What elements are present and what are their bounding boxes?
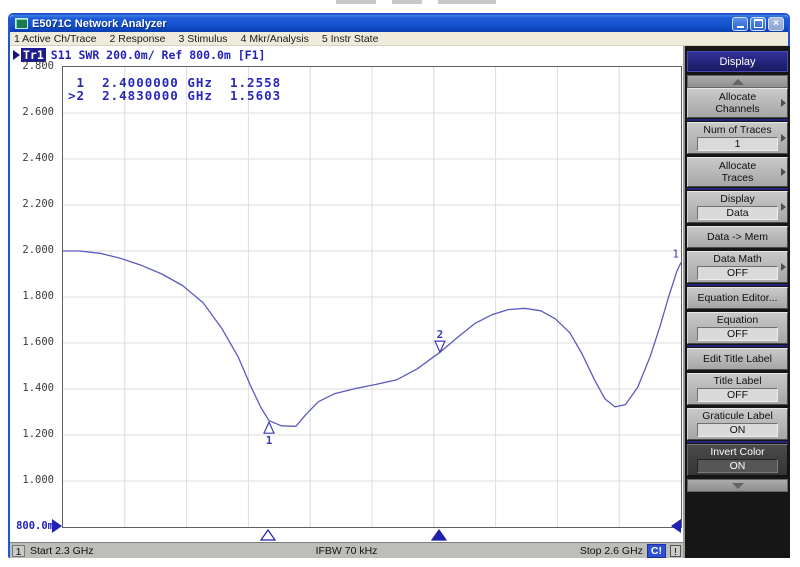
softkey-label: Equation: [688, 314, 787, 326]
softkey-value: OFF: [697, 266, 778, 280]
y-tick-label: 1.200: [6, 428, 54, 440]
maximize-button[interactable]: [750, 17, 766, 31]
menu-instr-state[interactable]: 5 Instr State: [322, 33, 379, 45]
marker-1-label: 1: [266, 434, 273, 447]
softkey-label: Allocate: [688, 91, 787, 103]
submenu-arrow-icon: [781, 203, 786, 211]
y-tick-label: 1.400: [6, 382, 54, 394]
softkey-label: Channels: [688, 103, 787, 115]
calibration-status-badge: C!: [647, 544, 666, 558]
menu-bar: 1 Active Ch/Trace 2 Response 3 Stimulus 4 M…: [10, 32, 788, 46]
y-tick-label: 2.800: [6, 60, 54, 72]
softkey-label: Display: [688, 193, 787, 205]
submenu-arrow-icon: [781, 263, 786, 271]
menu-mkr-analysis[interactable]: 4 Mkr/Analysis: [241, 33, 309, 45]
trace-format-text: S11 SWR 200.0m/ Ref 800.0m [F1]: [51, 48, 266, 62]
reference-level-pointer-icon[interactable]: [52, 519, 62, 533]
y-tick-label: 2.400: [6, 152, 54, 164]
softkey-panel: Display AllocateChannelsNum of Traces1Al…: [683, 46, 790, 558]
menu-active-ch-trace[interactable]: 1 Active Ch/Trace: [14, 33, 96, 45]
minimize-button[interactable]: [732, 17, 748, 31]
stop-frequency-label: Stop 2.6 GHz: [580, 545, 643, 557]
softkey-num-of-traces[interactable]: Num of Traces1: [687, 122, 788, 154]
channel-indicator: 1: [12, 545, 25, 557]
start-frequency-label: Start 2.3 GHz: [30, 545, 94, 557]
title-bar[interactable]: E5071C Network Analyzer ×: [10, 15, 788, 32]
active-trace-pointer-icon: [13, 50, 20, 60]
softkey-data-mem[interactable]: Data -> Mem: [687, 226, 788, 248]
stimulus-marker-1-icon[interactable]: [260, 528, 276, 540]
scroll-down-icon: [732, 483, 744, 489]
softkey-menu-title: Display: [687, 51, 788, 72]
softkey-title-label[interactable]: Title LabelOFF: [687, 373, 788, 405]
reference-level-pointer-right-icon: [671, 519, 681, 533]
softkey-label: Allocate: [688, 160, 787, 172]
softkey-label: Num of Traces: [688, 124, 787, 136]
swr-plot-area[interactable]: 1 2 1: [62, 66, 682, 528]
softkey-value: ON: [697, 423, 778, 437]
y-tick-label: 1.000: [6, 474, 54, 486]
softkey-edit-title-label[interactable]: Edit Title Label: [687, 348, 788, 370]
marker-2-icon[interactable]: [435, 341, 445, 352]
softkey-value: ON: [697, 459, 778, 473]
submenu-arrow-icon: [781, 99, 786, 107]
y-tick-label: 2.600: [6, 106, 54, 118]
status-bar: 1 Start 2.3 GHz IFBW 70 kHz Stop 2.6 GHz…: [10, 542, 683, 558]
softkey-label: Edit Title Label: [688, 353, 787, 365]
app-icon: [15, 18, 28, 29]
submenu-arrow-icon: [781, 168, 786, 176]
y-tick-label: 800.0m: [6, 520, 54, 532]
softkey-value: OFF: [697, 388, 778, 402]
trace-end-number: 1: [672, 248, 679, 261]
softkey-graticule-label[interactable]: Graticule LabelON: [687, 408, 788, 440]
softkey-display[interactable]: DisplayData: [687, 191, 788, 223]
softkey-scroll-down-button[interactable]: [687, 479, 788, 492]
marker-1-icon[interactable]: [264, 422, 274, 433]
minimize-icon: [737, 26, 744, 28]
softkey-value: OFF: [697, 327, 778, 341]
softkey-label: Data Math: [688, 253, 787, 265]
stimulus-marker-2-icon[interactable]: [431, 528, 447, 540]
softkey-value: 1: [697, 137, 778, 151]
cropped-text-artifact: [392, 0, 422, 4]
cropped-text-artifact: [336, 0, 376, 4]
softkey-equation[interactable]: EquationOFF: [687, 312, 788, 344]
cropped-text-artifact: [438, 0, 496, 4]
softkey-invert-color[interactable]: Invert ColorON: [687, 444, 788, 476]
softkey-scroll-up-button[interactable]: [687, 75, 788, 88]
y-tick-label: 2.200: [6, 198, 54, 210]
alert-badge: !: [670, 545, 681, 557]
menu-response[interactable]: 2 Response: [109, 33, 165, 45]
submenu-arrow-icon: [781, 134, 786, 142]
softkey-label: Title Label: [688, 375, 787, 387]
softkey-label: Graticule Label: [688, 410, 787, 422]
softkey-label: Traces: [688, 172, 787, 184]
y-tick-label: 1.600: [6, 336, 54, 348]
y-tick-label: 1.800: [6, 290, 54, 302]
y-tick-label: 2.000: [6, 244, 54, 256]
close-button[interactable]: ×: [768, 17, 784, 31]
scroll-up-icon: [732, 79, 744, 85]
softkey-label: Data -> Mem: [688, 231, 787, 243]
close-icon: ×: [773, 19, 779, 29]
menu-stimulus[interactable]: 3 Stimulus: [179, 33, 228, 45]
softkey-label: Invert Color: [688, 446, 787, 458]
window-title: E5071C Network Analyzer: [32, 18, 167, 30]
softkey-value: Data: [697, 206, 778, 220]
marker-2-label: 2: [437, 328, 444, 341]
marker-readout: 1 2.4000000 GHz 1.2558 >2 2.4830000 GHz …: [68, 76, 281, 102]
screen: E5071C Network Analyzer × 1 Active Ch/Tr…: [0, 0, 800, 567]
softkey-allocate-traces[interactable]: AllocateTraces: [687, 157, 788, 187]
maximize-icon: [754, 19, 763, 28]
softkey-allocate-channels[interactable]: AllocateChannels: [687, 88, 788, 118]
softkey-label: Equation Editor...: [688, 292, 787, 304]
softkey-data-math[interactable]: Data MathOFF: [687, 251, 788, 283]
softkey-equation-editor[interactable]: Equation Editor...: [687, 287, 788, 309]
